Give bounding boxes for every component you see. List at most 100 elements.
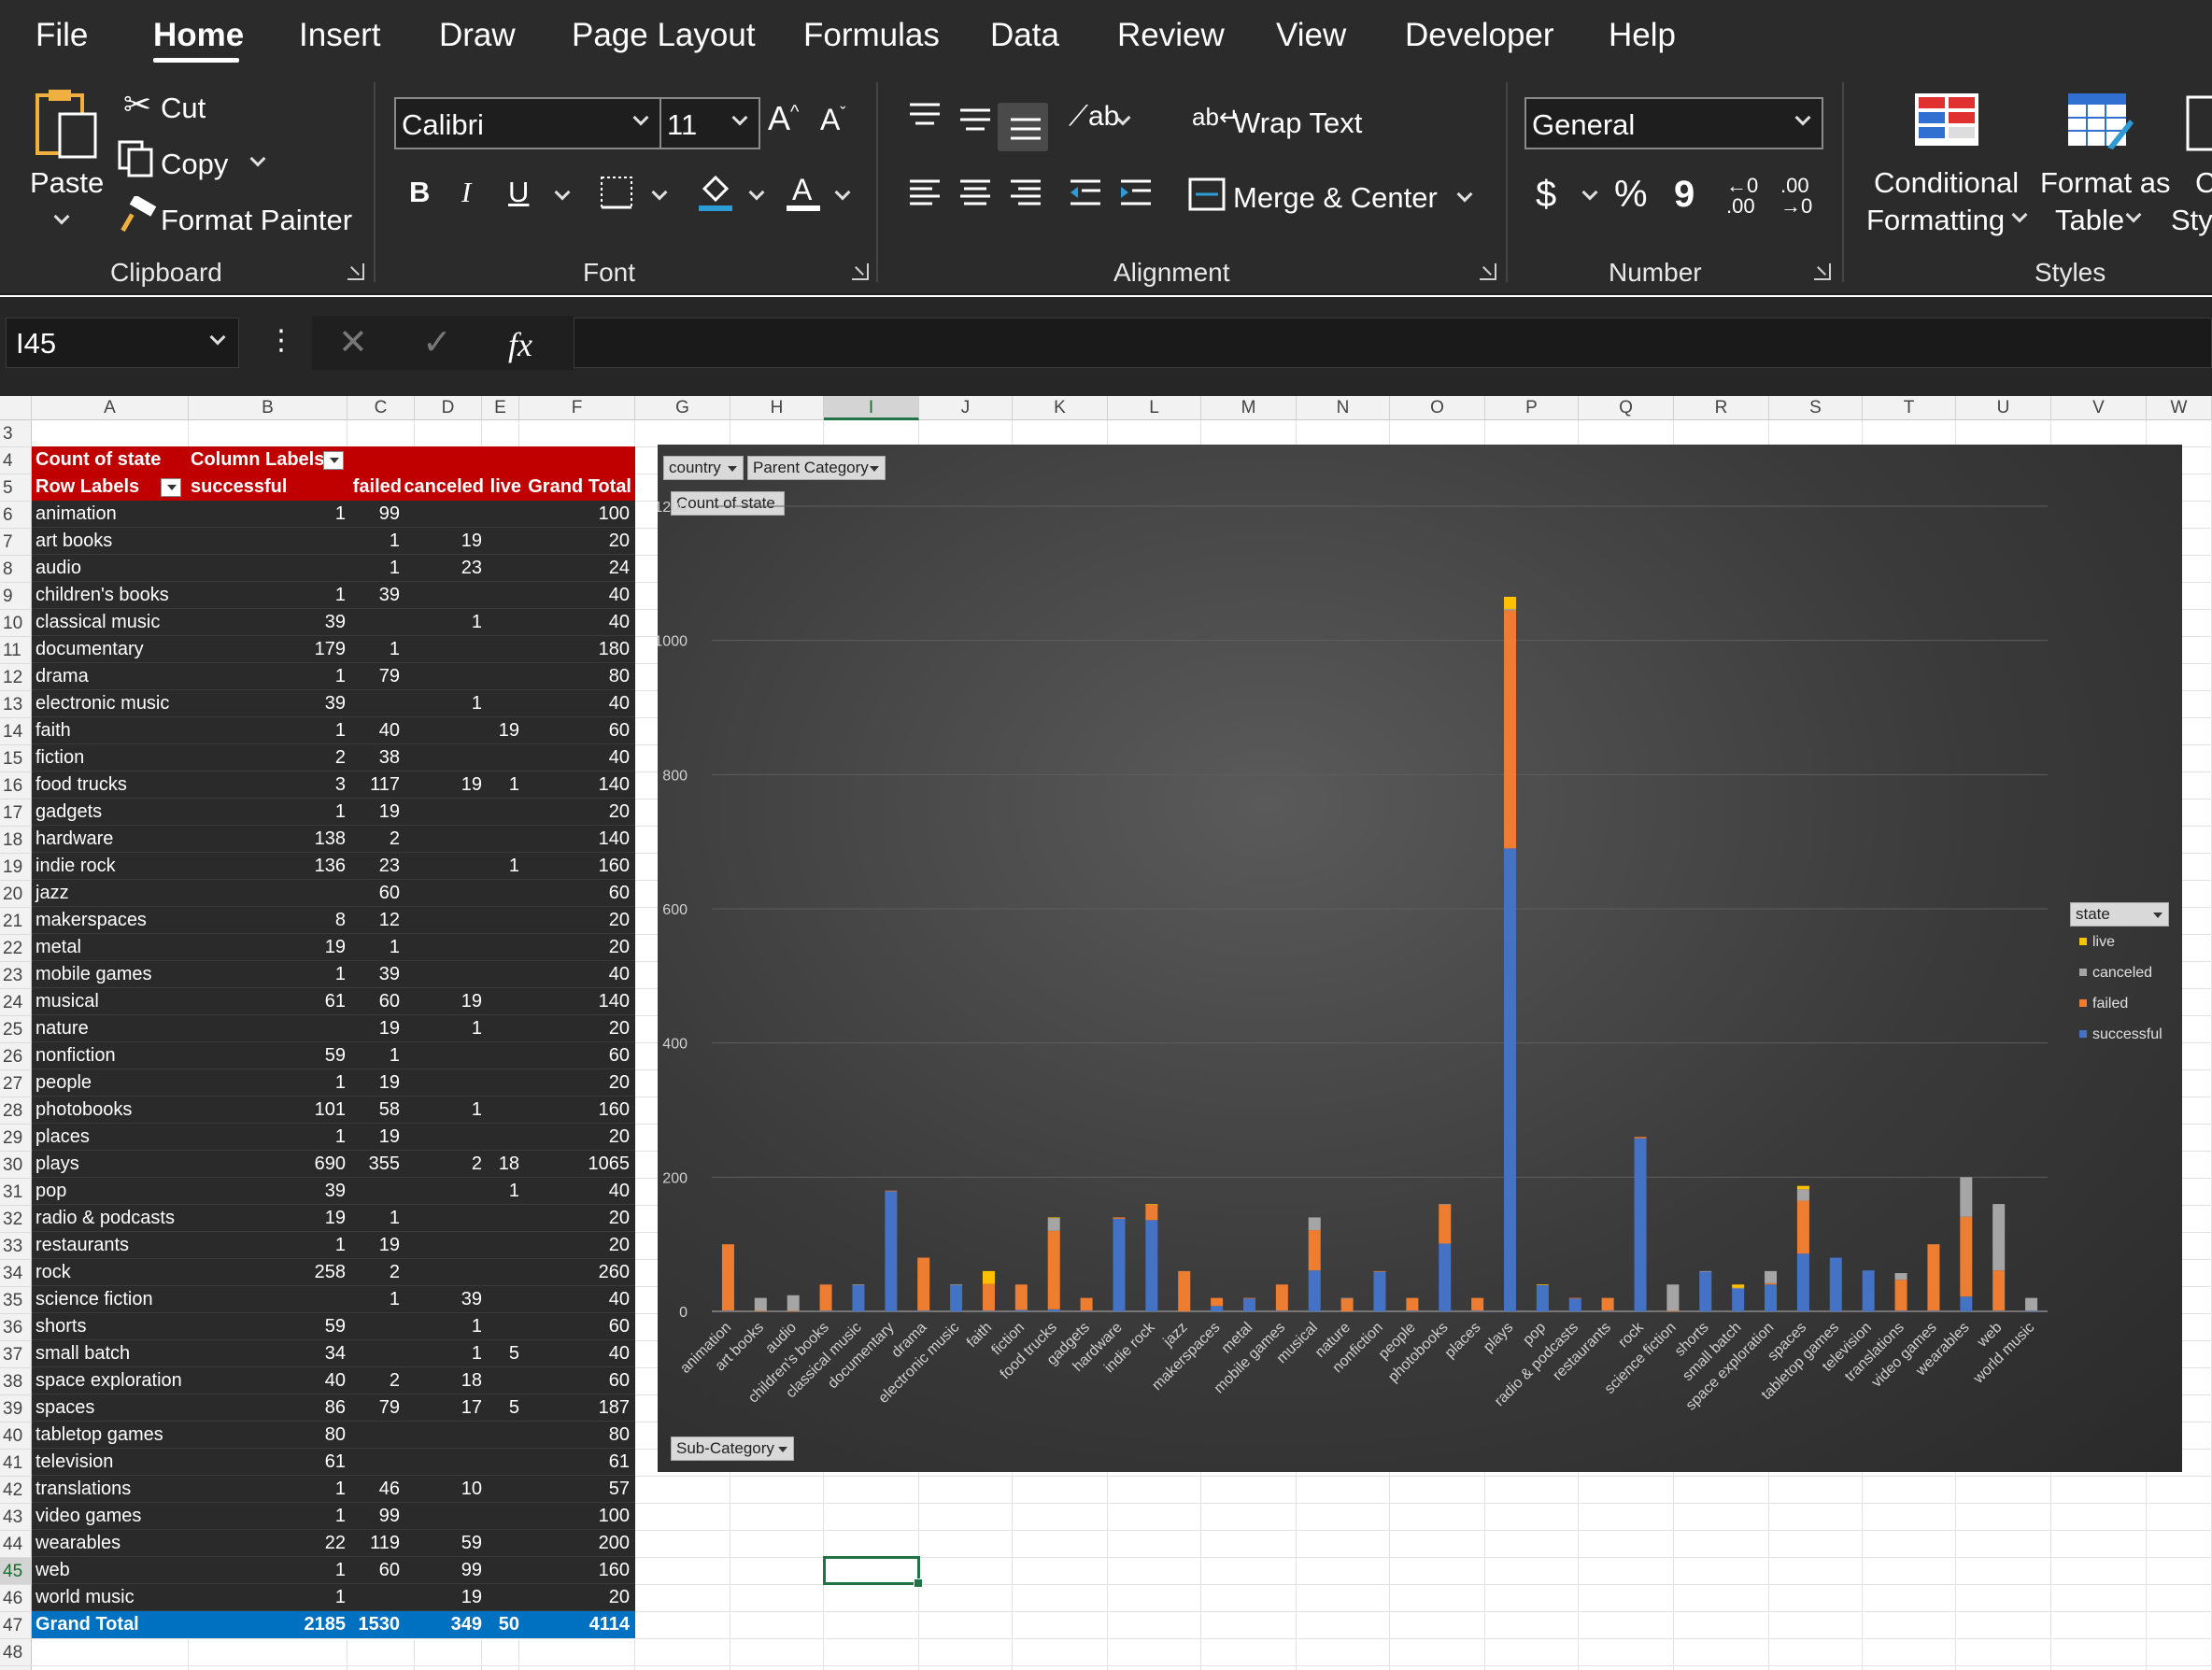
cancel-icon[interactable]: ✕ [338,325,368,361]
row-header-30[interactable]: 30 [0,1152,32,1179]
merge-center-button[interactable]: Merge & Center [1233,181,1438,215]
copy-dropdown-icon[interactable] [249,150,266,167]
increase-decimal-icon[interactable]: ←0.00 [1726,176,1758,217]
fill-color-dropdown-icon[interactable] [748,184,765,201]
conditional-formatting-label[interactable]: Formatting [1866,204,2005,237]
font-name-select[interactable]: Calibri [394,97,661,149]
row-header-37[interactable]: 37 [0,1341,32,1368]
pivot-row[interactable]: musical 61 60 19 140 [32,988,635,1015]
row-header-48[interactable]: 48 [0,1639,32,1666]
tab-draw[interactable]: Draw [439,17,516,54]
bottom-align-icon[interactable] [1007,116,1044,149]
row-header-35[interactable]: 35 [0,1287,32,1314]
column-header-t[interactable]: T [1863,396,1956,420]
pivot-row[interactable]: wearables 22 119 59 200 [32,1530,635,1557]
pivot-row[interactable]: plays 690 355 2 18 1065 [32,1151,635,1178]
pivot-row[interactable]: hardware 138 2 140 [32,826,635,853]
row-header-6[interactable]: 6 [0,502,32,529]
pivot-row[interactable]: television 61 61 [32,1449,635,1476]
pivot-row[interactable]: nature 19 1 20 [32,1015,635,1042]
tab-page-layout[interactable]: Page Layout [572,17,756,54]
font-color-dropdown-icon[interactable] [834,184,851,201]
format-painter-button[interactable]: Format Painter [161,204,352,237]
row-header-44[interactable]: 44 [0,1531,32,1558]
copy-button[interactable]: Copy [161,148,228,181]
row-header-27[interactable]: 27 [0,1070,32,1097]
pivot-row[interactable]: makerspaces 8 12 20 [32,907,635,934]
tab-developer[interactable]: Developer [1405,17,1554,54]
row-header-9[interactable]: 9 [0,583,32,610]
column-header-p[interactable]: P [1485,396,1579,420]
tab-view[interactable]: View [1276,17,1346,54]
row-header-16[interactable]: 16 [0,772,32,800]
pivot-row[interactable]: audio 1 23 24 [32,555,635,582]
column-header-u[interactable]: U [1956,396,2051,420]
pivot-row[interactable]: fiction 2 38 40 [32,744,635,771]
row-header-4[interactable]: 4 [0,447,32,474]
pivot-row[interactable]: children's books 1 39 40 [32,582,635,609]
pivot-row[interactable]: science fiction 1 39 40 [32,1286,635,1313]
row-header-12[interactable]: 12 [0,664,32,691]
cell-styles-icon[interactable] [2186,95,2212,157]
row-header-3[interactable]: 3 [0,420,32,447]
pivot-row[interactable]: small batch 34 1 5 40 [32,1340,635,1367]
column-header-o[interactable]: O [1390,396,1485,420]
row-header-25[interactable]: 25 [0,1016,32,1043]
paste-icon[interactable] [34,86,101,161]
tab-help[interactable]: Help [1609,17,1676,54]
tab-data[interactable]: Data [990,17,1059,54]
pivot-row[interactable]: spaces 86 79 17 5 187 [32,1394,635,1422]
row-header-13[interactable]: 13 [0,691,32,718]
column-header-g[interactable]: G [635,396,730,420]
top-align-icon[interactable] [906,101,943,134]
column-header-l[interactable]: L [1108,396,1201,420]
format-as-table-icon[interactable] [2066,92,2134,157]
tab-home[interactable]: Home [153,17,244,54]
row-header-39[interactable]: 39 [0,1395,32,1422]
align-right-icon[interactable] [1007,177,1044,215]
pivot-row[interactable]: jazz 60 60 [32,880,635,907]
currency-button[interactable]: $ [1536,174,1556,216]
pivot-row[interactable]: space exploration 40 2 18 60 [32,1367,635,1394]
pivot-row[interactable]: tabletop games 80 80 [32,1422,635,1449]
number-format-select[interactable]: General [1524,97,1823,149]
grow-font-icon[interactable]: A^ [768,99,799,138]
align-center-icon[interactable] [957,177,994,215]
comma-style-button[interactable]: 9 [1674,174,1694,216]
row-header-38[interactable]: 38 [0,1368,32,1395]
merge-center-icon[interactable] [1188,177,1226,217]
cut-icon[interactable]: ✂ [123,88,151,121]
clipboard-launcher-icon[interactable] [347,263,364,280]
format-painter-icon[interactable] [120,194,157,239]
format-as-table-dropdown-icon[interactable] [2125,206,2142,223]
bold-button[interactable]: B [409,176,430,209]
column-header-b[interactable]: B [189,396,347,420]
active-cell[interactable] [823,1556,923,1588]
pivot-header-row[interactable]: Count of state Column Labels [32,446,635,474]
column-header-n[interactable]: N [1297,396,1390,420]
row-header-17[interactable]: 17 [0,800,32,827]
pivot-row[interactable]: restaurants 1 19 20 [32,1232,635,1259]
column-header-a[interactable]: A [32,396,189,420]
row-header-32[interactable]: 32 [0,1206,32,1233]
row-header-18[interactable]: 18 [0,827,32,854]
cut-button[interactable]: Cut [161,92,206,125]
pivot-row[interactable]: animation 1 99 100 [32,501,635,528]
row-header-22[interactable]: 22 [0,935,32,962]
pivot-row[interactable]: indie rock 136 23 1 160 [32,853,635,880]
row-header-47[interactable]: 47 [0,1612,32,1639]
pivot-row[interactable]: drama 1 79 80 [32,663,635,690]
row-header-26[interactable]: 26 [0,1043,32,1070]
tab-insert[interactable]: Insert [299,17,381,54]
row-header-45[interactable]: 45 [0,1558,32,1585]
italic-button[interactable]: I [461,176,471,209]
column-header-w[interactable]: W [2147,396,2212,420]
fill-color-icon[interactable] [697,172,734,219]
row-header-34[interactable]: 34 [0,1260,32,1287]
column-header-r[interactable]: R [1674,396,1769,420]
column-header-v[interactable]: V [2051,396,2147,420]
underline-dropdown-icon[interactable] [554,184,571,201]
column-header-c[interactable]: C [347,396,415,420]
column-header-m[interactable]: M [1201,396,1297,420]
row-header-28[interactable]: 28 [0,1097,32,1125]
